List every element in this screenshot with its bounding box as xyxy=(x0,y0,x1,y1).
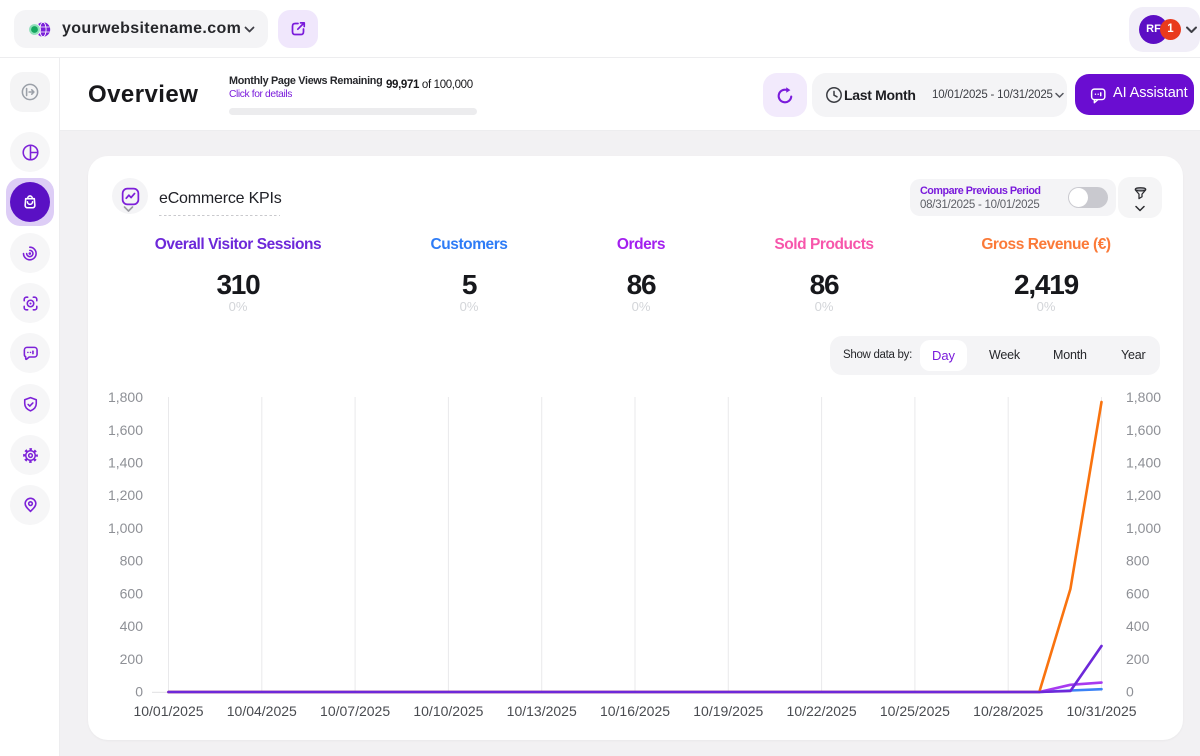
svg-text:1,800: 1,800 xyxy=(108,389,143,405)
svg-text:600: 600 xyxy=(120,585,144,601)
svg-text:1,200: 1,200 xyxy=(108,487,143,503)
svg-text:10/31/2025: 10/31/2025 xyxy=(1066,703,1136,719)
svg-text:1,000: 1,000 xyxy=(1126,520,1161,536)
svg-text:10/25/2025: 10/25/2025 xyxy=(880,703,950,719)
svg-text:0: 0 xyxy=(1126,684,1134,700)
svg-text:1,800: 1,800 xyxy=(1126,389,1161,405)
svg-text:200: 200 xyxy=(1126,651,1150,667)
svg-text:10/16/2025: 10/16/2025 xyxy=(600,703,670,719)
svg-text:1,200: 1,200 xyxy=(1126,487,1161,503)
svg-text:10/19/2025: 10/19/2025 xyxy=(693,703,763,719)
svg-text:800: 800 xyxy=(1126,553,1150,569)
svg-text:10/13/2025: 10/13/2025 xyxy=(507,703,577,719)
svg-text:200: 200 xyxy=(120,651,144,667)
svg-text:10/01/2025: 10/01/2025 xyxy=(133,703,203,719)
svg-text:1,000: 1,000 xyxy=(108,520,143,536)
svg-text:1,400: 1,400 xyxy=(1126,455,1161,471)
svg-text:800: 800 xyxy=(120,553,144,569)
svg-text:10/04/2025: 10/04/2025 xyxy=(227,703,297,719)
svg-text:1,400: 1,400 xyxy=(108,455,143,471)
svg-text:1,600: 1,600 xyxy=(1126,422,1161,438)
svg-text:1,600: 1,600 xyxy=(108,422,143,438)
svg-text:10/22/2025: 10/22/2025 xyxy=(787,703,857,719)
svg-text:10/07/2025: 10/07/2025 xyxy=(320,703,390,719)
svg-text:600: 600 xyxy=(1126,585,1150,601)
svg-text:10/28/2025: 10/28/2025 xyxy=(973,703,1043,719)
svg-text:0: 0 xyxy=(135,684,143,700)
svg-text:10/10/2025: 10/10/2025 xyxy=(413,703,483,719)
svg-text:400: 400 xyxy=(120,618,144,634)
svg-text:400: 400 xyxy=(1126,618,1150,634)
